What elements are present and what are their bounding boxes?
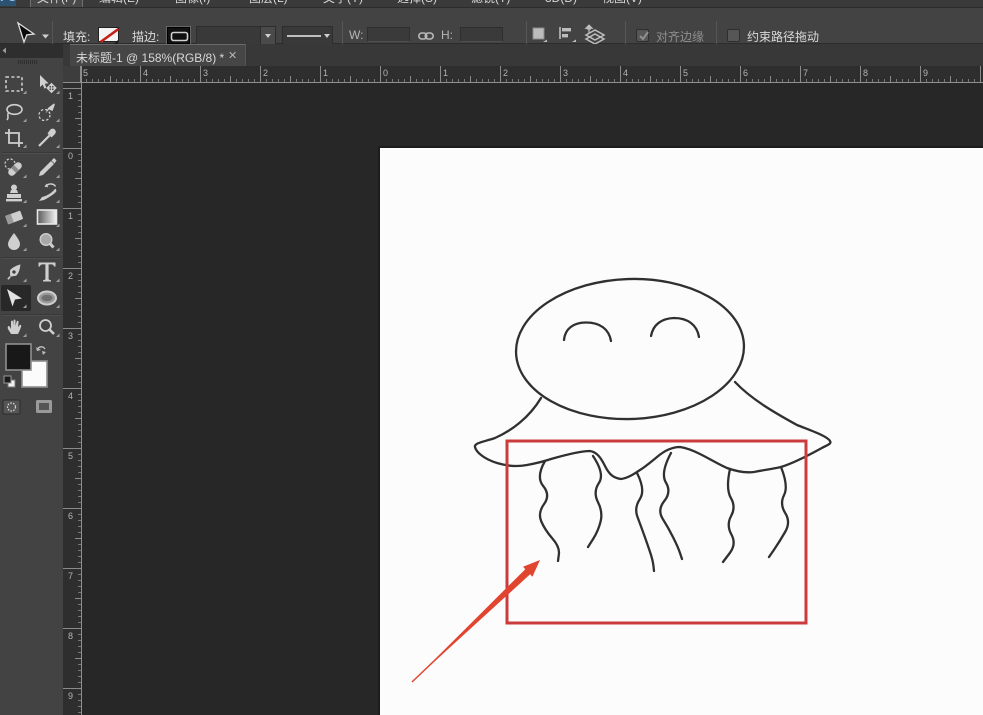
svg-text:8: 8: [68, 631, 73, 641]
svg-text:0: 0: [68, 151, 73, 161]
svg-text:1: 1: [323, 68, 328, 78]
svg-text:6: 6: [743, 68, 748, 78]
svg-text:3: 3: [68, 331, 73, 341]
svg-text:9: 9: [923, 68, 928, 78]
svg-text:1: 1: [68, 91, 73, 101]
svg-text:5: 5: [83, 68, 88, 78]
svg-text:4: 4: [623, 68, 628, 78]
svg-text:3: 3: [563, 68, 568, 78]
svg-text:7: 7: [803, 68, 808, 78]
svg-text:2: 2: [263, 68, 268, 78]
svg-text:3: 3: [203, 68, 208, 78]
svg-text:0: 0: [383, 68, 388, 78]
svg-text:4: 4: [68, 391, 73, 401]
svg-text:1: 1: [68, 211, 73, 221]
svg-text:4: 4: [143, 68, 148, 78]
svg-text:2: 2: [503, 68, 508, 78]
svg-text:6: 6: [68, 511, 73, 521]
svg-text:2: 2: [68, 271, 73, 281]
svg-text:1: 1: [443, 68, 448, 78]
svg-text:5: 5: [683, 68, 688, 78]
svg-text:5: 5: [68, 451, 73, 461]
svg-text:7: 7: [68, 571, 73, 581]
svg-text:9: 9: [68, 691, 73, 701]
svg-text:8: 8: [863, 68, 868, 78]
